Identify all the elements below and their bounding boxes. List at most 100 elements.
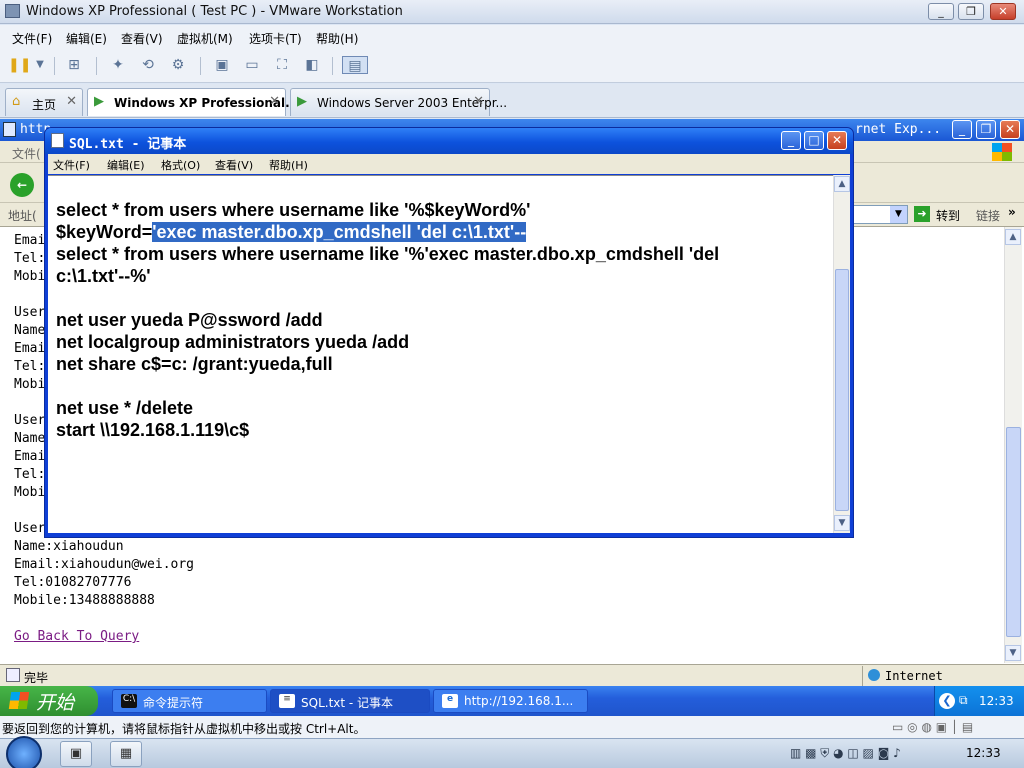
content-line: Emai	[14, 233, 46, 248]
network-icon[interactable]: ⧉	[959, 693, 968, 708]
notepad-close-button[interactable]: ✕	[827, 131, 847, 150]
globe-icon	[868, 669, 880, 681]
start-button[interactable]: 开始	[0, 686, 98, 716]
fullscreen-icon[interactable]: ⛶	[272, 56, 292, 74]
pause-icon[interactable]: ❚❚	[8, 56, 31, 74]
address-label: 地址(	[8, 209, 37, 223]
ie-close-button[interactable]: ✕	[1000, 120, 1020, 139]
scroll-up-icon[interactable]: ▲	[1005, 229, 1021, 245]
vm-tabbar: ⌂ 主页 ✕ ▶ Windows XP Professional... ✕ ▶ …	[0, 84, 1024, 118]
home-icon: ⌂	[12, 94, 21, 109]
notepad-menu-help[interactable]: 帮助(H)	[269, 157, 308, 173]
content-line: Mobi	[14, 485, 46, 500]
explorer-icon[interactable]: ▣	[60, 741, 92, 767]
console-view-icon[interactable]: ▭	[242, 56, 262, 74]
ie-minimize-button[interactable]: _	[952, 120, 972, 139]
text-line: c:\1.txt'--%'	[56, 266, 151, 286]
back-arrow-icon[interactable]: ←	[10, 173, 34, 197]
content-line: Mobi	[14, 269, 46, 284]
vmware-app-icon	[5, 4, 20, 18]
ie-maximize-button[interactable]: ❐	[976, 120, 996, 139]
notepad-scrollbar[interactable]: ▲ ▼	[833, 175, 850, 533]
minimize-button[interactable]: _	[928, 3, 954, 20]
chevron-down-icon[interactable]: ▼	[30, 56, 50, 74]
tray-icons[interactable]: ▥ ▩ ⛨ ◕ ◫ ▨ ◙ ♪	[790, 746, 901, 761]
text-line: net share c$=c: /grant:yueda,full	[56, 354, 333, 374]
go-arrow-icon[interactable]: ➜	[914, 206, 930, 222]
thumbnail-view-icon[interactable]: ▤	[342, 56, 368, 74]
text-line: net user yueda P@ssword /add	[56, 310, 323, 330]
notepad-text-area[interactable]: select * from users where username like …	[48, 175, 833, 533]
tab-windows-server-2003[interactable]: ▶ Windows Server 2003 Enterpr... ✕	[290, 88, 507, 116]
menu-tabs[interactable]: 选项卡(T)	[249, 30, 302, 47]
notepad-window[interactable]: SQL.txt - 记事本 _ □ ✕ 文件(F) 编辑(E) 格式(O) 查看…	[44, 127, 854, 538]
vmware-icon[interactable]: ▦	[110, 741, 142, 767]
content-line: Mobi	[14, 377, 46, 392]
task-command-prompt[interactable]: C:\ 命令提示符	[112, 689, 267, 713]
content-line: Emai	[14, 341, 46, 356]
menu-vm[interactable]: 虚拟机(M)	[177, 30, 233, 47]
menu-file[interactable]: 文件(F)	[12, 30, 52, 47]
task-internet-explorer[interactable]: e http://192.168.1...	[433, 689, 588, 713]
task-notepad[interactable]: ≡ SQL.txt - 记事本	[270, 689, 430, 713]
content-line: Tel:01082707776	[14, 575, 132, 590]
links-label[interactable]: 链接	[976, 207, 1000, 224]
notepad-menu-file[interactable]: 文件(F)	[53, 157, 90, 173]
chevron-left-icon[interactable]: ❮	[939, 693, 955, 709]
ie-scrollbar[interactable]: ▲ ▼	[1004, 227, 1022, 663]
device-icons[interactable]: ▭ ◎ ◍ ▣ │ ▤	[892, 720, 973, 734]
maximize-button[interactable]: ❐	[958, 3, 984, 20]
scroll-down-icon[interactable]: ▼	[834, 515, 850, 531]
notepad-icon: ≡	[279, 694, 295, 708]
task-label: http://192.168.1...	[464, 694, 574, 708]
network-icon[interactable]: ⊞	[64, 56, 84, 74]
notepad-minimize-button[interactable]: _	[781, 131, 801, 150]
notepad-maximize-button[interactable]: □	[804, 131, 824, 150]
scroll-up-icon[interactable]: ▲	[834, 176, 850, 192]
menu-edit[interactable]: 编辑(E)	[66, 30, 107, 47]
text-line: select * from users where username like …	[56, 200, 531, 220]
content-line: Tel:	[14, 251, 46, 266]
toolbar-separator	[54, 57, 55, 75]
content-line: Emai	[14, 449, 46, 464]
notepad-titlebar[interactable]: SQL.txt - 记事本 _ □ ✕	[45, 128, 853, 154]
snapshot-manager-icon[interactable]: ⚙	[168, 56, 188, 74]
close-tab-icon[interactable]: ✕	[473, 94, 484, 109]
ie-menu-file[interactable]: 文件(	[12, 145, 41, 162]
page-icon	[6, 668, 20, 682]
tab-windows-xp[interactable]: ▶ Windows XP Professional... ✕	[87, 88, 299, 116]
windows-flag-icon	[992, 143, 1012, 161]
menu-view[interactable]: 查看(V)	[121, 30, 163, 47]
close-button[interactable]: ✕	[990, 3, 1016, 20]
notepad-menu-view[interactable]: 查看(V)	[215, 157, 253, 173]
tray-clock: 12:33	[979, 694, 1014, 708]
content-line: User	[14, 521, 46, 536]
notepad-menu-format[interactable]: 格式(O)	[161, 157, 200, 173]
scrollbar-thumb[interactable]	[1006, 427, 1021, 637]
chevron-right-icon[interactable]: »	[1008, 205, 1016, 219]
go-button[interactable]: 转到	[936, 207, 960, 224]
snapshot-icon[interactable]: ✦	[108, 56, 128, 74]
menu-help[interactable]: 帮助(H)	[316, 30, 358, 47]
content-line: Tel:	[14, 359, 46, 374]
notepad-menu-edit[interactable]: 编辑(E)	[107, 157, 145, 173]
scrollbar-thumb[interactable]	[835, 269, 849, 511]
tab-home[interactable]: ⌂ 主页 ✕	[5, 88, 83, 116]
chevron-down-icon[interactable]: ▼	[890, 206, 907, 223]
revert-snapshot-icon[interactable]: ⟲	[138, 56, 158, 74]
close-tab-icon[interactable]: ✕	[269, 94, 280, 109]
selected-text: 'exec master.dbo.xp_cmdshell 'del c:\1.t…	[152, 222, 527, 242]
close-tab-icon[interactable]: ✕	[66, 94, 77, 109]
go-back-link[interactable]: Go Back To Query	[14, 629, 139, 644]
status-separator	[862, 666, 863, 686]
scroll-down-icon[interactable]: ▼	[1005, 645, 1021, 661]
unity-icon[interactable]: ◧	[302, 56, 322, 74]
windows-flag-icon	[8, 692, 30, 709]
content-line: Mobile:13488888888	[14, 593, 155, 608]
notepad-menubar: 文件(F) 编辑(E) 格式(O) 查看(V) 帮助(H)	[48, 154, 850, 174]
toolbar: ❚❚ ▼ ⊞ ✦ ⟲ ⚙ ▣ ▭ ⛶ ◧ ▤	[0, 49, 1024, 83]
release-hint: 要返回到您的计算机，请将鼠标指针从虚拟机中移出或按 Ctrl+Alt。	[2, 722, 366, 736]
content-line: Name:xiahoudun	[14, 539, 124, 554]
windows-start-orb[interactable]	[6, 736, 42, 768]
sidebar-icon[interactable]: ▣	[212, 56, 232, 74]
